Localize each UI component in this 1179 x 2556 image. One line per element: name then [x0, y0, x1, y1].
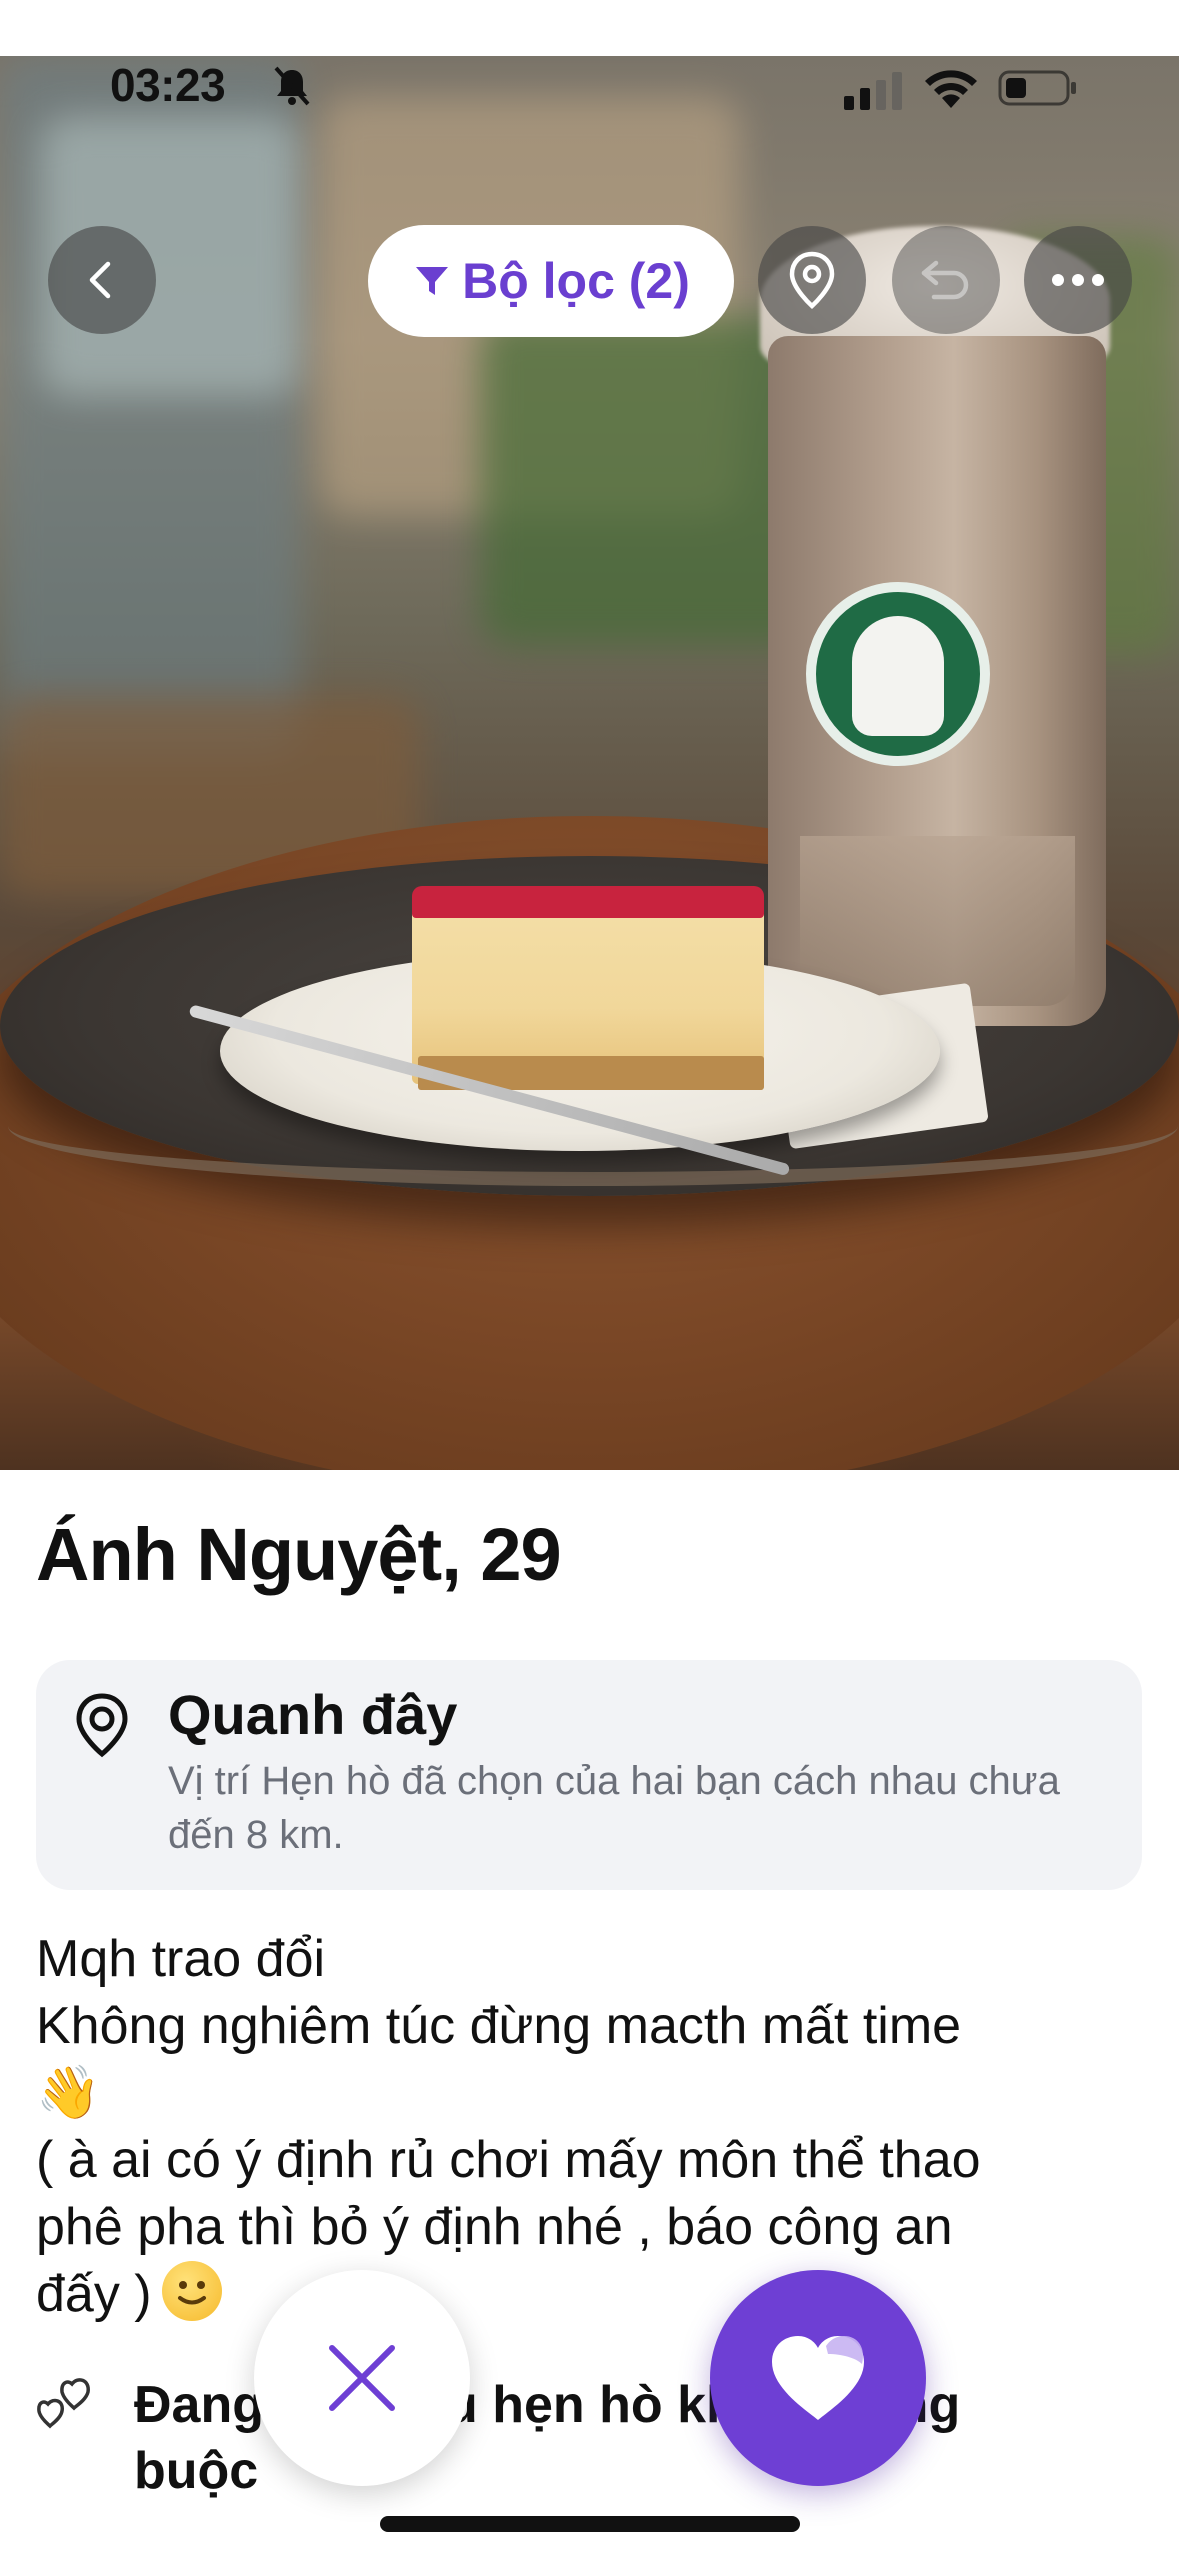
- profile-bio: Mqh trao đổi Không nghiêm túc đừng macth…: [36, 1926, 1146, 2328]
- hearts-icon: [37, 2378, 90, 2429]
- home-indicator[interactable]: [380, 2516, 800, 2532]
- bio-line: Mqh trao đổi: [36, 1930, 326, 1988]
- chevron-left-icon: [89, 261, 111, 299]
- back-button[interactable]: [48, 226, 156, 334]
- filter-label: Bộ lọc (2): [462, 253, 690, 309]
- pass-button[interactable]: [254, 2270, 470, 2486]
- smile-emoji-icon: [161, 2261, 222, 2321]
- photo-cake-topping: [412, 886, 764, 918]
- filter-icon: [416, 267, 449, 295]
- status-time: 03:23: [110, 59, 226, 111]
- bio-line-last: đấy ): [36, 2261, 1146, 2328]
- profile-name-age: Ánh Nguyệt, 29: [36, 1513, 562, 1596]
- bio-line: ( à ai có ý định rủ chơi mấy môn thể tha…: [36, 2131, 981, 2189]
- map-pin-icon: [789, 251, 835, 310]
- bell-off-icon: [274, 66, 310, 106]
- undo-icon: [921, 260, 969, 300]
- location-description: Vị trí Hẹn hò đã chọn của hai bạn cách n…: [168, 1759, 1060, 1857]
- location-button[interactable]: [758, 226, 866, 334]
- more-button[interactable]: [1024, 226, 1132, 334]
- wifi-icon: [925, 70, 977, 108]
- photo-cup-bottom: [800, 836, 1075, 1006]
- like-button[interactable]: [710, 2270, 926, 2486]
- heart-icon: [772, 2336, 864, 2420]
- cellular-signal-icon: [844, 72, 902, 110]
- battery-icon: [998, 70, 1076, 106]
- bio-line: phê pha thì bỏ ý định nhé , báo công an: [36, 2198, 953, 2256]
- close-icon: [329, 2345, 395, 2411]
- bio-line: đấy ): [36, 2265, 152, 2323]
- bio-line: Không nghiêm túc đừng macth mất time: [36, 1997, 962, 2055]
- undo-button[interactable]: [892, 226, 1000, 334]
- bio-emoji-wave: 👋: [36, 2064, 101, 2122]
- location-title: Quanh đây: [168, 1683, 458, 1746]
- map-pin-icon: [76, 1693, 128, 1758]
- more-dots-icon: [1052, 274, 1104, 286]
- photo-cup-logo-figure: [852, 616, 944, 736]
- top-band: [0, 0, 1179, 56]
- filter-button[interactable]: Bộ lọc (2): [368, 225, 734, 337]
